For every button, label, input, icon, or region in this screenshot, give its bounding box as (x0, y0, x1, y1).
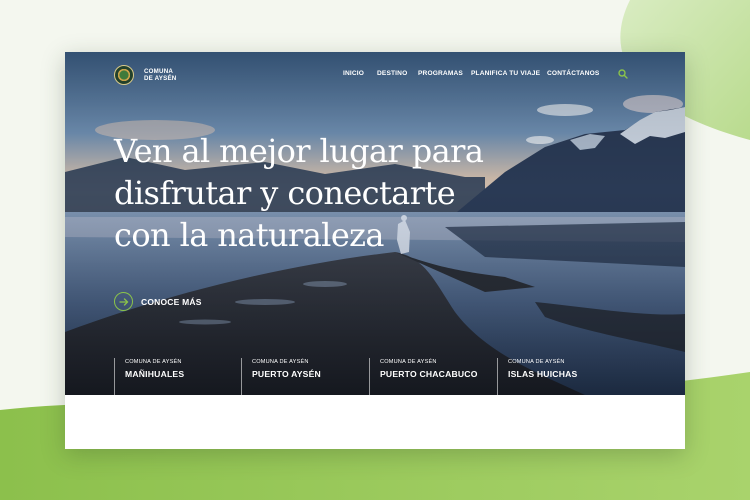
search-icon[interactable] (618, 69, 628, 79)
destination-name: MAÑIHUALES (125, 369, 185, 379)
destination-card-puerto-aysen[interactable]: COMUNA DE AYSÉN PUERTO AYSÉN (241, 358, 321, 395)
nav-item-inicio[interactable]: INICIO (343, 70, 364, 77)
top-navigation: COMUNA DE AYSÉN INICIO DESTINO PROGRAMAS… (65, 52, 685, 96)
headline-line: con la naturaleza (114, 216, 385, 254)
destination-kicker: COMUNA DE AYSÉN (508, 359, 565, 365)
destination-card-islas-huichas[interactable]: COMUNA DE AYSÉN ISLAS HUICHAS (497, 358, 577, 395)
headline-line: Ven al mejor lugar para (114, 132, 484, 170)
headline-line: disfrutar y conectarte (114, 174, 456, 212)
destination-kicker: COMUNA DE AYSÉN (252, 359, 309, 365)
nav-item-destino[interactable]: DESTINO (377, 70, 407, 77)
destination-kicker: COMUNA DE AYSÉN (125, 359, 182, 365)
brand-name: COMUNA DE AYSÉN (144, 67, 177, 83)
cta-label: CONOCE MÁS (141, 296, 202, 307)
website-mockup: COMUNA DE AYSÉN INICIO DESTINO PROGRAMAS… (65, 52, 685, 449)
brand-logo[interactable]: COMUNA DE AYSÉN (114, 65, 176, 85)
municipal-seal-icon (114, 65, 134, 85)
hero-section: COMUNA DE AYSÉN INICIO DESTINO PROGRAMAS… (65, 52, 685, 395)
destination-name: ISLAS HUICHAS (508, 369, 578, 379)
destination-card-puerto-chacabuco[interactable]: COMUNA DE AYSÉN PUERTO CHACABUCO (369, 358, 478, 395)
destination-card-manihuales[interactable]: COMUNA DE AYSÉN MAÑIHUALES (114, 358, 184, 395)
arrow-right-icon (114, 292, 133, 311)
conoce-mas-button[interactable]: CONOCE MÁS (114, 292, 202, 311)
nav-item-contactanos[interactable]: CONTÁCTANOS (547, 70, 599, 77)
hero-headline: Ven al mejor lugar para disfrutar y cone… (114, 130, 534, 256)
destination-name: PUERTO CHACABUCO (380, 369, 478, 379)
nav-item-programas[interactable]: PROGRAMAS (418, 70, 463, 77)
nav-item-planifica-tu-viaje[interactable]: PLANIFICA TU VIAJE (471, 70, 540, 77)
destination-name: PUERTO AYSÉN (252, 369, 321, 379)
destination-kicker: COMUNA DE AYSÉN (380, 359, 437, 365)
